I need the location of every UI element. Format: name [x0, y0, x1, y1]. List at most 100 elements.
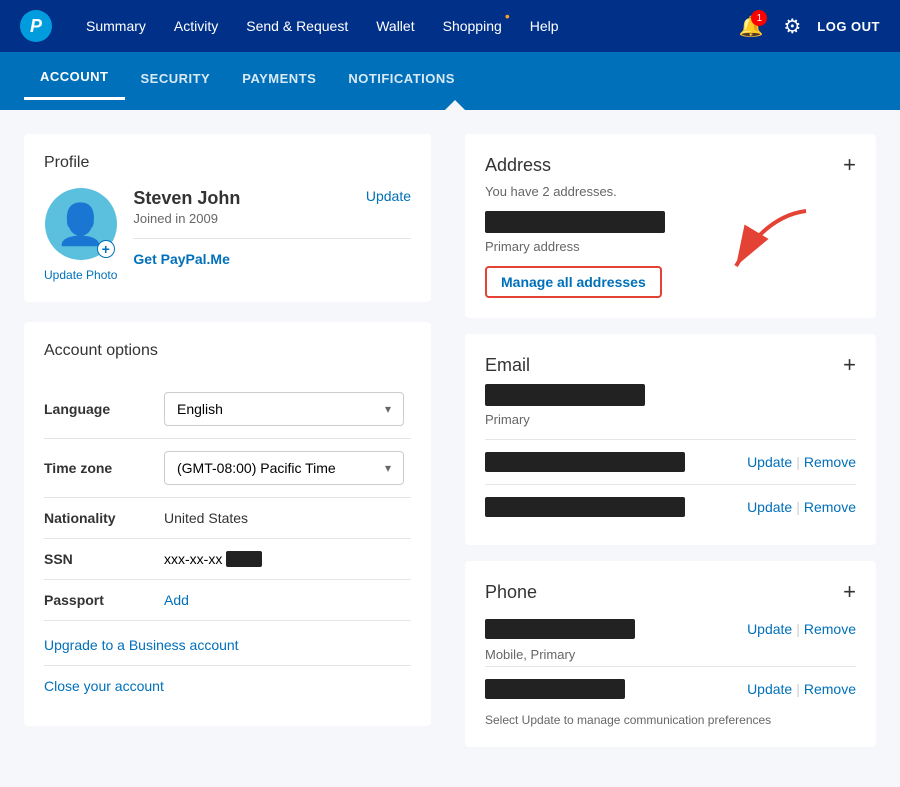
settings-icon[interactable]: ⚙ [783, 14, 801, 39]
profile-name: Steven John [133, 188, 240, 209]
email-bar-2 [485, 497, 685, 517]
phone-update-1[interactable]: Update [747, 621, 792, 637]
nav-summary[interactable]: Summary [72, 0, 160, 52]
timezone-row: Time zone (GMT-08:00) Pacific Time ▾ [44, 439, 411, 498]
phone-remove-1[interactable]: Remove [804, 621, 856, 637]
email-row-2: Update | Remove [485, 489, 856, 525]
profile-divider [133, 238, 411, 239]
timezone-dropdown-arrow: ▾ [385, 461, 391, 475]
top-nav-right: 🔔 1 ⚙ LOG OUT [735, 10, 880, 42]
timezone-select[interactable]: (GMT-08:00) Pacific Time ▾ [164, 451, 404, 485]
account-options-section: Account options Language English ▾ Time … [24, 322, 431, 726]
profile-joined: Joined in 2009 [133, 211, 240, 226]
nav-shopping[interactable]: Shopping [429, 0, 516, 52]
timezone-value: (GMT-08:00) Pacific Time [177, 460, 336, 476]
avatar: 👤 + [45, 188, 117, 260]
subnav-security[interactable]: SECURITY [125, 56, 227, 100]
phone-title: Phone [485, 582, 537, 603]
email-remove-2[interactable]: Remove [804, 499, 856, 515]
notification-badge: 1 [751, 10, 767, 26]
email-row-1-actions: Update | Remove [747, 454, 856, 470]
paypal-logo-letter: P [30, 16, 42, 37]
phone-add-button[interactable]: + [843, 581, 856, 603]
subnav-notifications[interactable]: NOTIFICATIONS [332, 56, 471, 100]
language-value: English [177, 401, 223, 417]
avatar-person-icon: 👤 [56, 201, 106, 248]
manage-addresses-button[interactable]: Manage all addresses [485, 266, 662, 298]
subnav-account[interactable]: ACCOUNT [24, 56, 125, 100]
phone-row-1: Update | Remove [485, 611, 856, 647]
logout-button[interactable]: LOG OUT [817, 19, 880, 34]
passport-label: Passport [44, 592, 164, 608]
address-subtitle: You have 2 addresses. [485, 184, 856, 199]
sub-nav-indicator-row [0, 100, 900, 110]
phone-row-2: Update | Remove [485, 671, 856, 707]
nationality-row: Nationality United States [44, 498, 411, 539]
phone-update-2[interactable]: Update [747, 681, 792, 697]
phone-section: Phone + Update | Remove Mobile, Primary … [465, 561, 876, 747]
language-dropdown-arrow: ▾ [385, 402, 391, 416]
upgrade-business-link[interactable]: Upgrade to a Business account [44, 621, 411, 666]
nav-help[interactable]: Help [516, 0, 573, 52]
paypal-logo: P [20, 10, 52, 42]
email-header: Email + [485, 354, 856, 376]
language-row: Language English ▾ [44, 380, 411, 439]
address-primary-label: Primary address [485, 239, 856, 254]
email-add-button[interactable]: + [843, 354, 856, 376]
email-remove-1[interactable]: Remove [804, 454, 856, 470]
get-paypalme-link[interactable]: Get PayPal.Me [133, 251, 230, 267]
language-select[interactable]: English ▾ [164, 392, 404, 426]
email-bar-1 [485, 452, 685, 472]
phone-divider-line [485, 666, 856, 667]
profile-section: Profile 👤 + Update Photo Steven John Joi… [24, 134, 431, 302]
email-row-2-actions: Update | Remove [747, 499, 856, 515]
subnav-payments[interactable]: PAYMENTS [226, 56, 332, 100]
phone-remove-2[interactable]: Remove [804, 681, 856, 697]
phone-row-2-actions: Update | Remove [747, 681, 856, 697]
nationality-label: Nationality [44, 510, 164, 526]
phone-row-1-actions: Update | Remove [747, 621, 856, 637]
account-options-title: Account options [44, 342, 411, 360]
email-section: Email + Primary Update | Remove Update [465, 334, 876, 545]
profile-update-link[interactable]: Update [366, 188, 411, 204]
ssn-row: SSN xxx-xx-xx [44, 539, 411, 580]
nationality-value: United States [164, 510, 411, 526]
profile-info: 👤 + Update Photo Steven John Joined in 2… [44, 188, 411, 282]
avatar-container: 👤 + Update Photo [44, 188, 117, 282]
sub-navigation: ACCOUNT SECURITY PAYMENTS NOTIFICATIONS [0, 52, 900, 110]
nav-wallet[interactable]: Wallet [362, 0, 428, 52]
main-content: Profile 👤 + Update Photo Steven John Joi… [0, 110, 900, 787]
sub-nav-arrow [445, 100, 465, 110]
profile-details: Steven John Joined in 2009 Update Get Pa… [133, 188, 411, 267]
update-photo-link[interactable]: Update Photo [44, 268, 117, 282]
ssn-text: xxx-xx-xx [164, 551, 222, 567]
phone-bar-1 [485, 619, 635, 639]
phone-divider-sep-1: | [796, 621, 800, 637]
email-title: Email [485, 355, 530, 376]
language-label: Language [44, 401, 164, 417]
avatar-plus-icon: + [97, 240, 115, 258]
manage-addresses-container: Manage all addresses [485, 266, 856, 298]
notification-button[interactable]: 🔔 1 [735, 10, 767, 42]
right-panel: Address + You have 2 addresses. Primary … [455, 110, 900, 787]
passport-row: Passport Add [44, 580, 411, 621]
address-section: Address + You have 2 addresses. Primary … [465, 134, 876, 318]
nav-send-request[interactable]: Send & Request [232, 0, 362, 52]
email-divider-sep-1: | [796, 454, 800, 470]
email-divider-sep-2: | [796, 499, 800, 515]
passport-add-link[interactable]: Add [164, 592, 189, 608]
address-primary-bar [485, 211, 665, 233]
ssn-redacted [226, 551, 262, 567]
phone-bar-2 [485, 679, 625, 699]
close-account-link[interactable]: Close your account [44, 666, 411, 706]
timezone-label: Time zone [44, 460, 164, 476]
ssn-value: xxx-xx-xx [164, 551, 262, 567]
email-update-1[interactable]: Update [747, 454, 792, 470]
left-panel: Profile 👤 + Update Photo Steven John Joi… [0, 110, 455, 787]
email-primary-bar [485, 384, 645, 406]
ssn-label: SSN [44, 551, 164, 567]
email-update-2[interactable]: Update [747, 499, 792, 515]
address-add-button[interactable]: + [843, 154, 856, 176]
nav-activity[interactable]: Activity [160, 0, 232, 52]
phone-divider-sep-2: | [796, 681, 800, 697]
